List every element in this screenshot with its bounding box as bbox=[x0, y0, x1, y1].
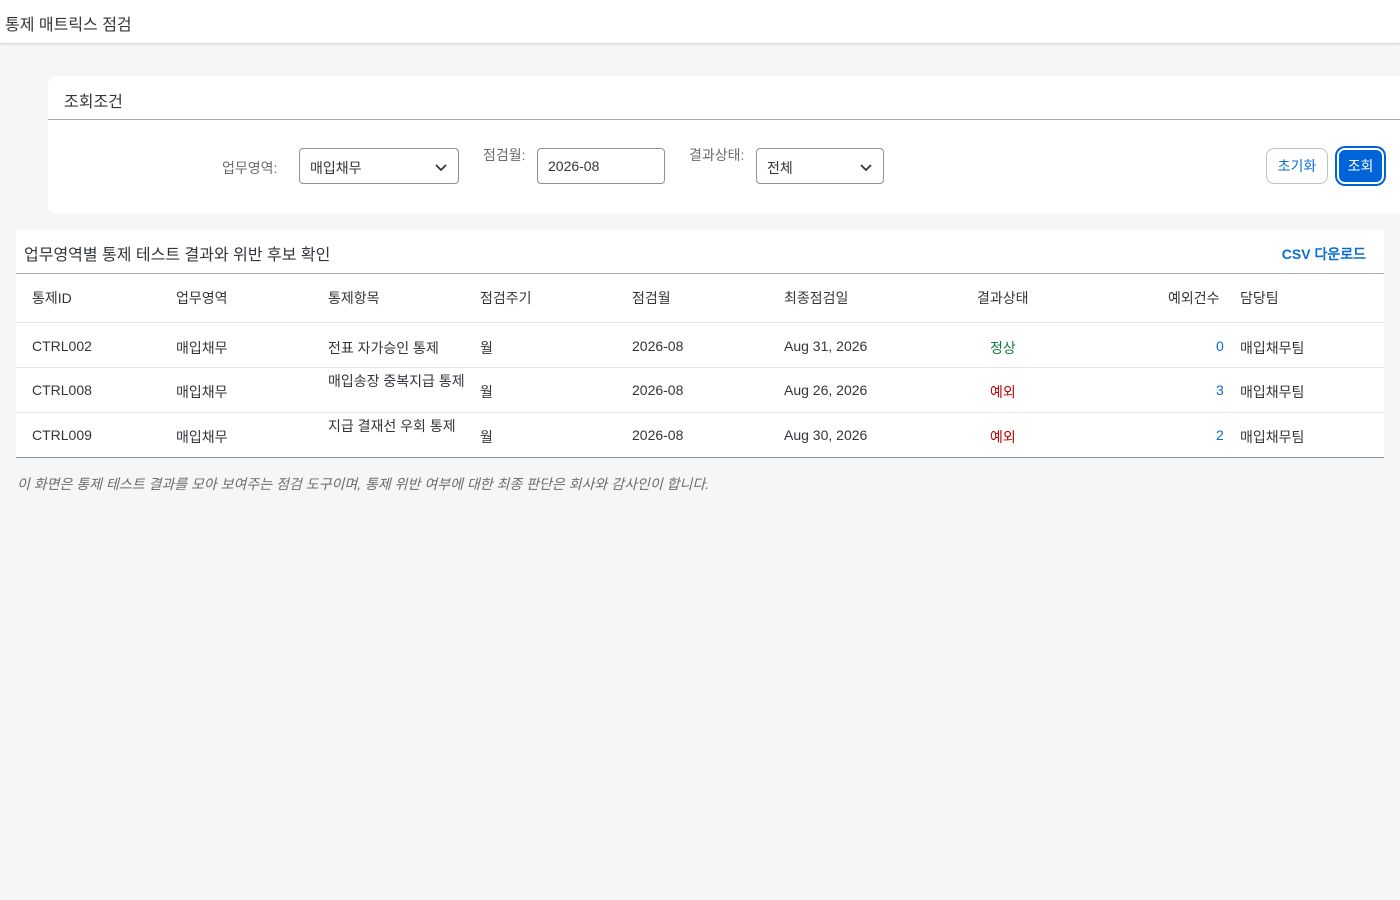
area-select-value: 매입채무 bbox=[310, 160, 362, 176]
filter-header: 조회조건 bbox=[48, 76, 1400, 120]
divider bbox=[16, 367, 1384, 368]
divider bbox=[16, 322, 1384, 323]
cell-month: 2026-08 bbox=[632, 382, 684, 398]
divider bbox=[16, 457, 1384, 458]
cell-item: 매입송장 중복지급 통제 bbox=[328, 373, 465, 389]
cell-team: 매입채무팀 bbox=[1240, 429, 1305, 445]
cell-area: 매입채무 bbox=[176, 384, 228, 400]
cell-control-id: CTRL009 bbox=[32, 427, 92, 443]
exception-count-link[interactable]: 3 bbox=[1216, 382, 1224, 398]
cell-item: 전표 자가승인 통제 bbox=[328, 340, 439, 356]
exception-count-link[interactable]: 2 bbox=[1216, 427, 1224, 443]
results-table-panel: 업무영역별 통제 테스트 결과와 위반 후보 확인 CSV 다운로드 통제ID … bbox=[16, 230, 1384, 458]
column-header-item[interactable]: 통제항목 bbox=[328, 288, 380, 308]
cell-last-check: Aug 31, 2026 bbox=[784, 338, 868, 354]
chevron-down-icon bbox=[860, 164, 872, 172]
month-input[interactable]: 2026-08 bbox=[537, 148, 665, 184]
area-select[interactable]: 매입채무 bbox=[299, 148, 459, 184]
cell-cycle: 월 bbox=[480, 340, 493, 356]
csv-download-button[interactable]: CSV 다운로드 bbox=[1282, 244, 1366, 264]
cell-item: 지급 결재선 우회 통제 bbox=[328, 418, 456, 434]
cell-cycle: 월 bbox=[480, 429, 493, 445]
column-header-exceptions[interactable]: 예외건수 bbox=[1168, 288, 1220, 308]
status-badge: 정상 bbox=[990, 340, 1016, 356]
divider bbox=[16, 273, 1384, 274]
cell-team: 매입채무팀 bbox=[1240, 384, 1305, 400]
month-filter-label: 점검월: bbox=[483, 147, 526, 163]
column-header-cycle[interactable]: 점검주기 bbox=[480, 288, 532, 308]
chevron-down-icon bbox=[435, 164, 447, 172]
app-title: 통제 매트릭스 점검 bbox=[5, 17, 132, 34]
column-header-team[interactable]: 담당팀 bbox=[1240, 288, 1279, 308]
month-input-value: 2026-08 bbox=[548, 158, 600, 174]
cell-team: 매입채무팀 bbox=[1240, 340, 1305, 356]
cell-control-id: CTRL002 bbox=[32, 338, 92, 354]
status-badge: 예외 bbox=[990, 384, 1016, 400]
status-badge: 예외 bbox=[990, 429, 1016, 445]
exception-count-link[interactable]: 0 bbox=[1216, 338, 1224, 354]
column-header-control-id[interactable]: 통제ID bbox=[32, 288, 72, 308]
divider bbox=[16, 412, 1384, 413]
table-title: 업무영역별 통제 테스트 결과와 위반 후보 확인 bbox=[24, 247, 331, 264]
filter-panel-title: 조회조건 bbox=[64, 94, 123, 111]
area-filter-label: 업무영역: bbox=[222, 160, 278, 176]
cell-month: 2026-08 bbox=[632, 427, 684, 443]
column-header-area[interactable]: 업무영역 bbox=[176, 288, 228, 308]
cell-month: 2026-08 bbox=[632, 338, 684, 354]
status-filter-label: 결과상태: bbox=[689, 147, 745, 163]
column-header-status[interactable]: 결과상태 bbox=[977, 288, 1029, 308]
cell-area: 매입채무 bbox=[176, 340, 228, 356]
cell-last-check: Aug 30, 2026 bbox=[784, 427, 868, 443]
search-button[interactable]: 조회 bbox=[1337, 148, 1384, 184]
cell-area: 매입채무 bbox=[176, 429, 228, 445]
cell-cycle: 월 bbox=[480, 384, 493, 400]
status-select-value: 전체 bbox=[767, 160, 793, 176]
cell-last-check: Aug 26, 2026 bbox=[784, 382, 868, 398]
cell-control-id: CTRL008 bbox=[32, 382, 92, 398]
shell-bar: 통제 매트릭스 점검 bbox=[0, 0, 1400, 44]
status-select[interactable]: 전체 bbox=[756, 148, 884, 184]
reset-button[interactable]: 초기화 bbox=[1266, 148, 1328, 184]
disclaimer-note: 이 화면은 통제 테스트 결과를 모아 보여주는 점검 도구이며, 통제 위반 … bbox=[17, 476, 710, 492]
column-header-month[interactable]: 점검월 bbox=[632, 288, 671, 308]
column-header-last-check[interactable]: 최종점검일 bbox=[784, 288, 848, 308]
